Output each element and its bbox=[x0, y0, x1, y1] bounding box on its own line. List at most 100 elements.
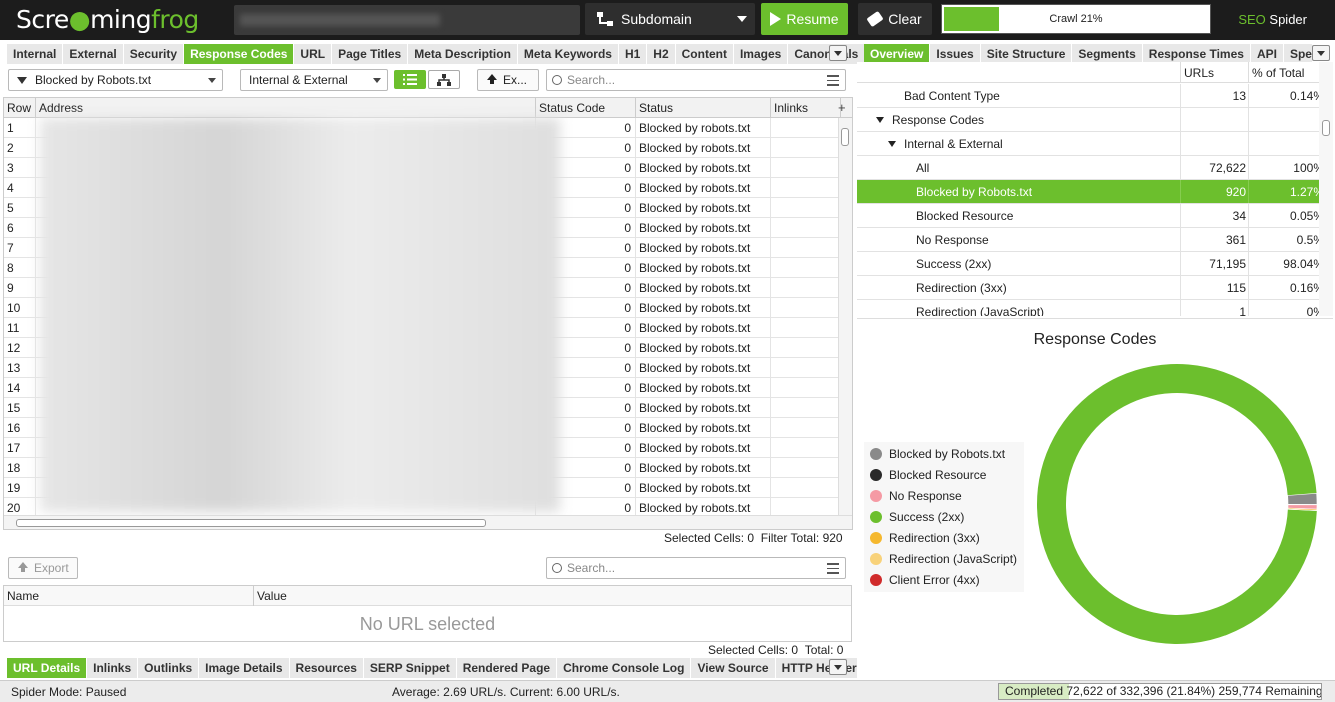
tree-view-button[interactable] bbox=[428, 70, 460, 89]
lower-export-button[interactable]: Export bbox=[8, 557, 78, 579]
legend-item-client-error-4xx[interactable]: Client Error (4xx) bbox=[870, 571, 980, 589]
tab-overview[interactable]: Overview bbox=[864, 44, 931, 64]
tab-response-codes[interactable]: Response Codes bbox=[184, 44, 295, 64]
more-right-tabs-chevron-icon[interactable] bbox=[1312, 45, 1330, 61]
column-header-address[interactable]: Address bbox=[36, 98, 536, 118]
tab-page-titles[interactable]: Page Titles bbox=[332, 44, 409, 64]
tab-resources[interactable]: Resources bbox=[289, 658, 364, 678]
column-header-row[interactable]: Row bbox=[4, 98, 36, 118]
column-header-inlinks[interactable]: Inlinks bbox=[771, 98, 841, 118]
inlinks-cell bbox=[771, 178, 841, 198]
overview-row-response-codes[interactable]: Response Codes bbox=[857, 108, 1319, 132]
filter-icon bbox=[17, 76, 27, 84]
overview-row-redirection-javascript[interactable]: Redirection (JavaScript) 1 0% bbox=[857, 300, 1324, 316]
tab-h2[interactable]: H2 bbox=[647, 44, 676, 64]
resume-button[interactable]: Resume bbox=[761, 3, 848, 35]
status-cell: Blocked by robots.txt bbox=[636, 158, 771, 178]
overview-pct: 0.16% bbox=[1289, 281, 1324, 295]
row-number-cell: 12 bbox=[4, 338, 36, 358]
column-header-status-code[interactable]: Status Code bbox=[536, 98, 636, 118]
add-column-icon[interactable]: + bbox=[838, 100, 846, 115]
column-header-value[interactable]: Value bbox=[254, 586, 850, 606]
overview-scrollbar[interactable] bbox=[1319, 62, 1333, 316]
overview-pct: 0.14% bbox=[1289, 89, 1324, 103]
column-header-status[interactable]: Status bbox=[636, 98, 771, 118]
export-button[interactable]: Ex... bbox=[477, 69, 539, 91]
more-tabs-chevron-icon[interactable] bbox=[829, 659, 847, 675]
donut-slice-success-2xx[interactable] bbox=[1037, 364, 1317, 644]
tab-issues[interactable]: Issues bbox=[930, 44, 981, 64]
column-header-urls[interactable]: URLs bbox=[1184, 66, 1214, 80]
product-name: SEO Spider bbox=[1238, 12, 1307, 27]
vertical-scrollbar[interactable] bbox=[838, 118, 852, 515]
tab-images[interactable]: Images bbox=[733, 44, 789, 64]
tab-url[interactable]: URL bbox=[294, 44, 333, 64]
overview-row-blocked-resource[interactable]: Blocked Resource 34 0.05% bbox=[857, 204, 1324, 228]
more-tabs-chevron-icon[interactable] bbox=[829, 45, 847, 61]
search-input[interactable]: Search... bbox=[546, 69, 846, 91]
crawl-mode-label: Subdomain bbox=[621, 11, 692, 27]
overview-row-bad-content-type[interactable]: Bad Content Type 13 0.14% bbox=[857, 84, 1324, 108]
tab-canonicals[interactable]: Canonicals bbox=[788, 44, 866, 64]
frog-logo-icon: ● bbox=[68, 5, 91, 34]
search-options-icon[interactable] bbox=[827, 75, 839, 86]
overview-row-internal-external[interactable]: Internal & External bbox=[857, 132, 1319, 156]
scope-dropdown[interactable]: Internal & External bbox=[240, 69, 388, 91]
redacted-addresses bbox=[40, 118, 560, 512]
donut-slice-blocked-by-robots-txt[interactable] bbox=[1287, 492, 1318, 505]
overview-row-redirection-3xx[interactable]: Redirection (3xx) 115 0.16% bbox=[857, 276, 1324, 300]
status-cell: Blocked by robots.txt bbox=[636, 298, 771, 318]
filter-dropdown[interactable]: Blocked by Robots.txt bbox=[8, 69, 223, 91]
tab-content[interactable]: Content bbox=[675, 44, 734, 64]
crawl-mode-dropdown[interactable]: Subdomain bbox=[585, 3, 755, 35]
tab-segments[interactable]: Segments bbox=[1072, 44, 1143, 64]
tab-h1[interactable]: H1 bbox=[618, 44, 648, 64]
legend-item-no-response[interactable]: No Response bbox=[870, 487, 962, 505]
row-number-cell: 3 bbox=[4, 158, 36, 178]
legend-item-blocked-by-robots-txt[interactable]: Blocked by Robots.txt bbox=[870, 445, 1005, 463]
url-input[interactable] bbox=[234, 5, 580, 35]
status-cell: Blocked by robots.txt bbox=[636, 198, 771, 218]
tab-api[interactable]: API bbox=[1250, 44, 1284, 64]
overview-row-all[interactable]: All 72,622 100% bbox=[857, 156, 1324, 180]
tab-url-details[interactable]: URL Details bbox=[7, 658, 88, 678]
tab-outlinks[interactable]: Outlinks bbox=[138, 658, 200, 678]
upload-icon bbox=[17, 562, 29, 574]
empty-state: No URL selected bbox=[359, 614, 496, 634]
tab-response-times[interactable]: Response Times bbox=[1142, 44, 1251, 64]
search-options-icon[interactable] bbox=[827, 563, 839, 574]
legend-item-blocked-resource[interactable]: Blocked Resource bbox=[870, 466, 986, 484]
tab-internal[interactable]: Internal bbox=[7, 44, 64, 64]
status-cell: Blocked by robots.txt bbox=[636, 278, 771, 298]
expand-triangle-icon[interactable] bbox=[876, 117, 884, 123]
tab-serp-snippet[interactable]: SERP Snippet bbox=[363, 658, 457, 678]
tab-meta-description[interactable]: Meta Description bbox=[408, 44, 518, 64]
horizontal-scrollbar[interactable] bbox=[4, 515, 852, 529]
legend-item-redirection-javascript[interactable]: Redirection (JavaScript) bbox=[870, 550, 1017, 568]
overview-row-blocked-by-robots-txt[interactable]: Blocked by Robots.txt 920 1.27% bbox=[857, 180, 1324, 204]
tab-external[interactable]: External bbox=[63, 44, 124, 64]
tab-site-structure[interactable]: Site Structure bbox=[980, 44, 1073, 64]
inlinks-cell bbox=[771, 318, 841, 338]
tab-image-details[interactable]: Image Details bbox=[199, 658, 290, 678]
overview-row-success-2xx[interactable]: Success (2xx) 71,195 98.04% bbox=[857, 252, 1324, 276]
lower-search-input[interactable]: Search... bbox=[546, 557, 846, 579]
list-view-button[interactable] bbox=[394, 70, 426, 89]
tab-chrome-console-log[interactable]: Chrome Console Log bbox=[557, 658, 692, 678]
clear-button[interactable]: Clear bbox=[858, 3, 932, 35]
tab-spelling[interactable]: Spelling bbox=[1283, 44, 1312, 64]
legend-item-redirection-3xx[interactable]: Redirection (3xx) bbox=[870, 529, 980, 547]
column-header-name[interactable]: Name bbox=[4, 586, 254, 606]
tab-meta-keywords[interactable]: Meta Keywords bbox=[517, 44, 619, 64]
tab-view-source[interactable]: View Source bbox=[691, 658, 776, 678]
overview-urls: 34 bbox=[1232, 209, 1246, 223]
tab-rendered-page[interactable]: Rendered Page bbox=[456, 658, 558, 678]
tab-inlinks[interactable]: Inlinks bbox=[87, 658, 139, 678]
legend-item-success-2xx[interactable]: Success (2xx) bbox=[870, 508, 964, 526]
expand-triangle-icon[interactable] bbox=[888, 141, 896, 147]
eraser-icon bbox=[866, 10, 884, 28]
overview-header: URLs % of Total bbox=[857, 62, 1319, 83]
tab-security[interactable]: Security bbox=[123, 44, 185, 64]
column-header-pct[interactable]: % of Total bbox=[1252, 66, 1304, 80]
overview-row-no-response[interactable]: No Response 361 0.5% bbox=[857, 228, 1324, 252]
